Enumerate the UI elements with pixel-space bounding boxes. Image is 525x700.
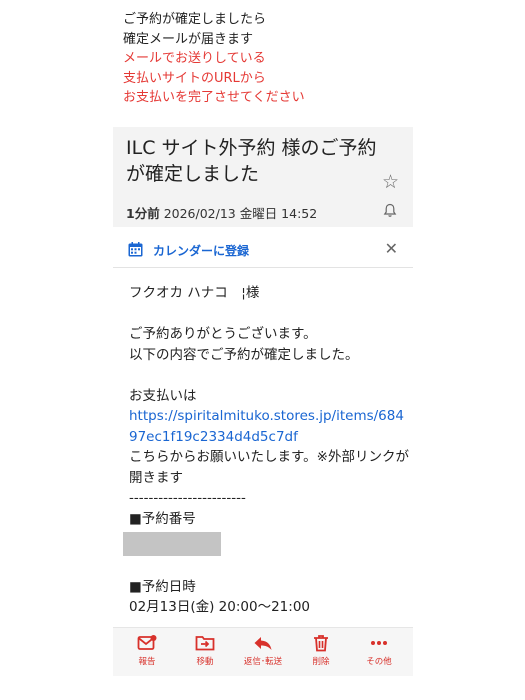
- report-label: 報告: [138, 657, 156, 667]
- email-subject: ILC サイト外予約 様のご予約が確定しました: [126, 137, 377, 185]
- more-icon: [371, 641, 387, 645]
- folder-move-icon: [195, 636, 215, 651]
- email-toolbar: 報告 移動 返信･転送 削除 その他: [113, 627, 413, 676]
- bell-icon[interactable]: [383, 203, 397, 218]
- reply-forward-button[interactable]: 返信･転送: [235, 634, 291, 667]
- more-button[interactable]: その他: [351, 634, 407, 667]
- add-to-calendar-label[interactable]: カレンダーに登録: [153, 242, 249, 259]
- reply-icon: [254, 637, 272, 650]
- payment-intro: お支払いは: [129, 387, 197, 404]
- divider-line: ------------------------: [129, 490, 246, 506]
- instruction-line-4: 支払いサイトのURLから: [123, 70, 266, 86]
- delete-button[interactable]: 削除: [293, 634, 349, 667]
- booking-date-label: ■予約日時: [129, 578, 196, 595]
- email-date: 2026/02/13 金曜日 14:52: [163, 206, 318, 221]
- delete-label: 削除: [312, 657, 330, 667]
- greeting-line-2: 以下の内容でご予約が確定しました。: [129, 346, 359, 363]
- greeting-line-1: ご予約ありがとうございます。: [129, 326, 317, 342]
- more-label: その他: [366, 657, 392, 667]
- trash-icon: [314, 635, 328, 652]
- recipient-name: フクオカ ハナコ ¦様: [129, 285, 260, 301]
- email-meta: 1分前 2026/02/13 金曜日 14:52: [126, 203, 317, 222]
- payment-link[interactable]: https://spiritalmituko.stores.jp/items/6…: [129, 406, 409, 447]
- booking-date: 02月13日(金) 20:00～21:00: [129, 599, 310, 615]
- email-body: フクオカ ハナコ ¦様 ご予約ありがとうございます。 以下の内容でご予約が確定し…: [123, 283, 409, 618]
- add-to-calendar-bar[interactable]: カレンダーに登録 ✕: [113, 233, 413, 268]
- instruction-line-2: 確定メールが届きます: [123, 31, 254, 47]
- move-label: 移動: [196, 657, 214, 667]
- calendar-icon: [128, 242, 143, 257]
- time-ago: 1分前: [126, 206, 160, 221]
- booking-number-label: ■予約番号: [129, 510, 196, 527]
- payment-note: こちらからお願いいたします。※外部リンクが開きます: [129, 449, 409, 486]
- email-header: ILC サイト外予約 様のご予約が確定しました ☆ 1分前 2026/02/13…: [113, 127, 413, 227]
- report-button[interactable]: 報告: [119, 634, 175, 667]
- instruction-line-3: メールでお送りしている: [123, 51, 266, 66]
- close-icon[interactable]: ✕: [385, 239, 398, 258]
- star-icon[interactable]: ☆: [382, 171, 399, 193]
- instruction-text: ご予約が確定しましたら 確定メールが届きます メールでお送りしている 支払いサイ…: [123, 10, 305, 108]
- move-button[interactable]: 移動: [177, 634, 233, 667]
- email-screenshot: ILC サイト外予約 様のご予約が確定しました ☆ 1分前 2026/02/13…: [113, 127, 413, 695]
- redacted-booking-number: [123, 532, 221, 556]
- report-icon: [137, 635, 157, 650]
- instruction-line-1: ご予約が確定しましたら: [123, 12, 267, 27]
- instruction-line-5: お支払いを完了させてください: [123, 90, 305, 105]
- reply-forward-label: 返信･転送: [243, 657, 283, 667]
